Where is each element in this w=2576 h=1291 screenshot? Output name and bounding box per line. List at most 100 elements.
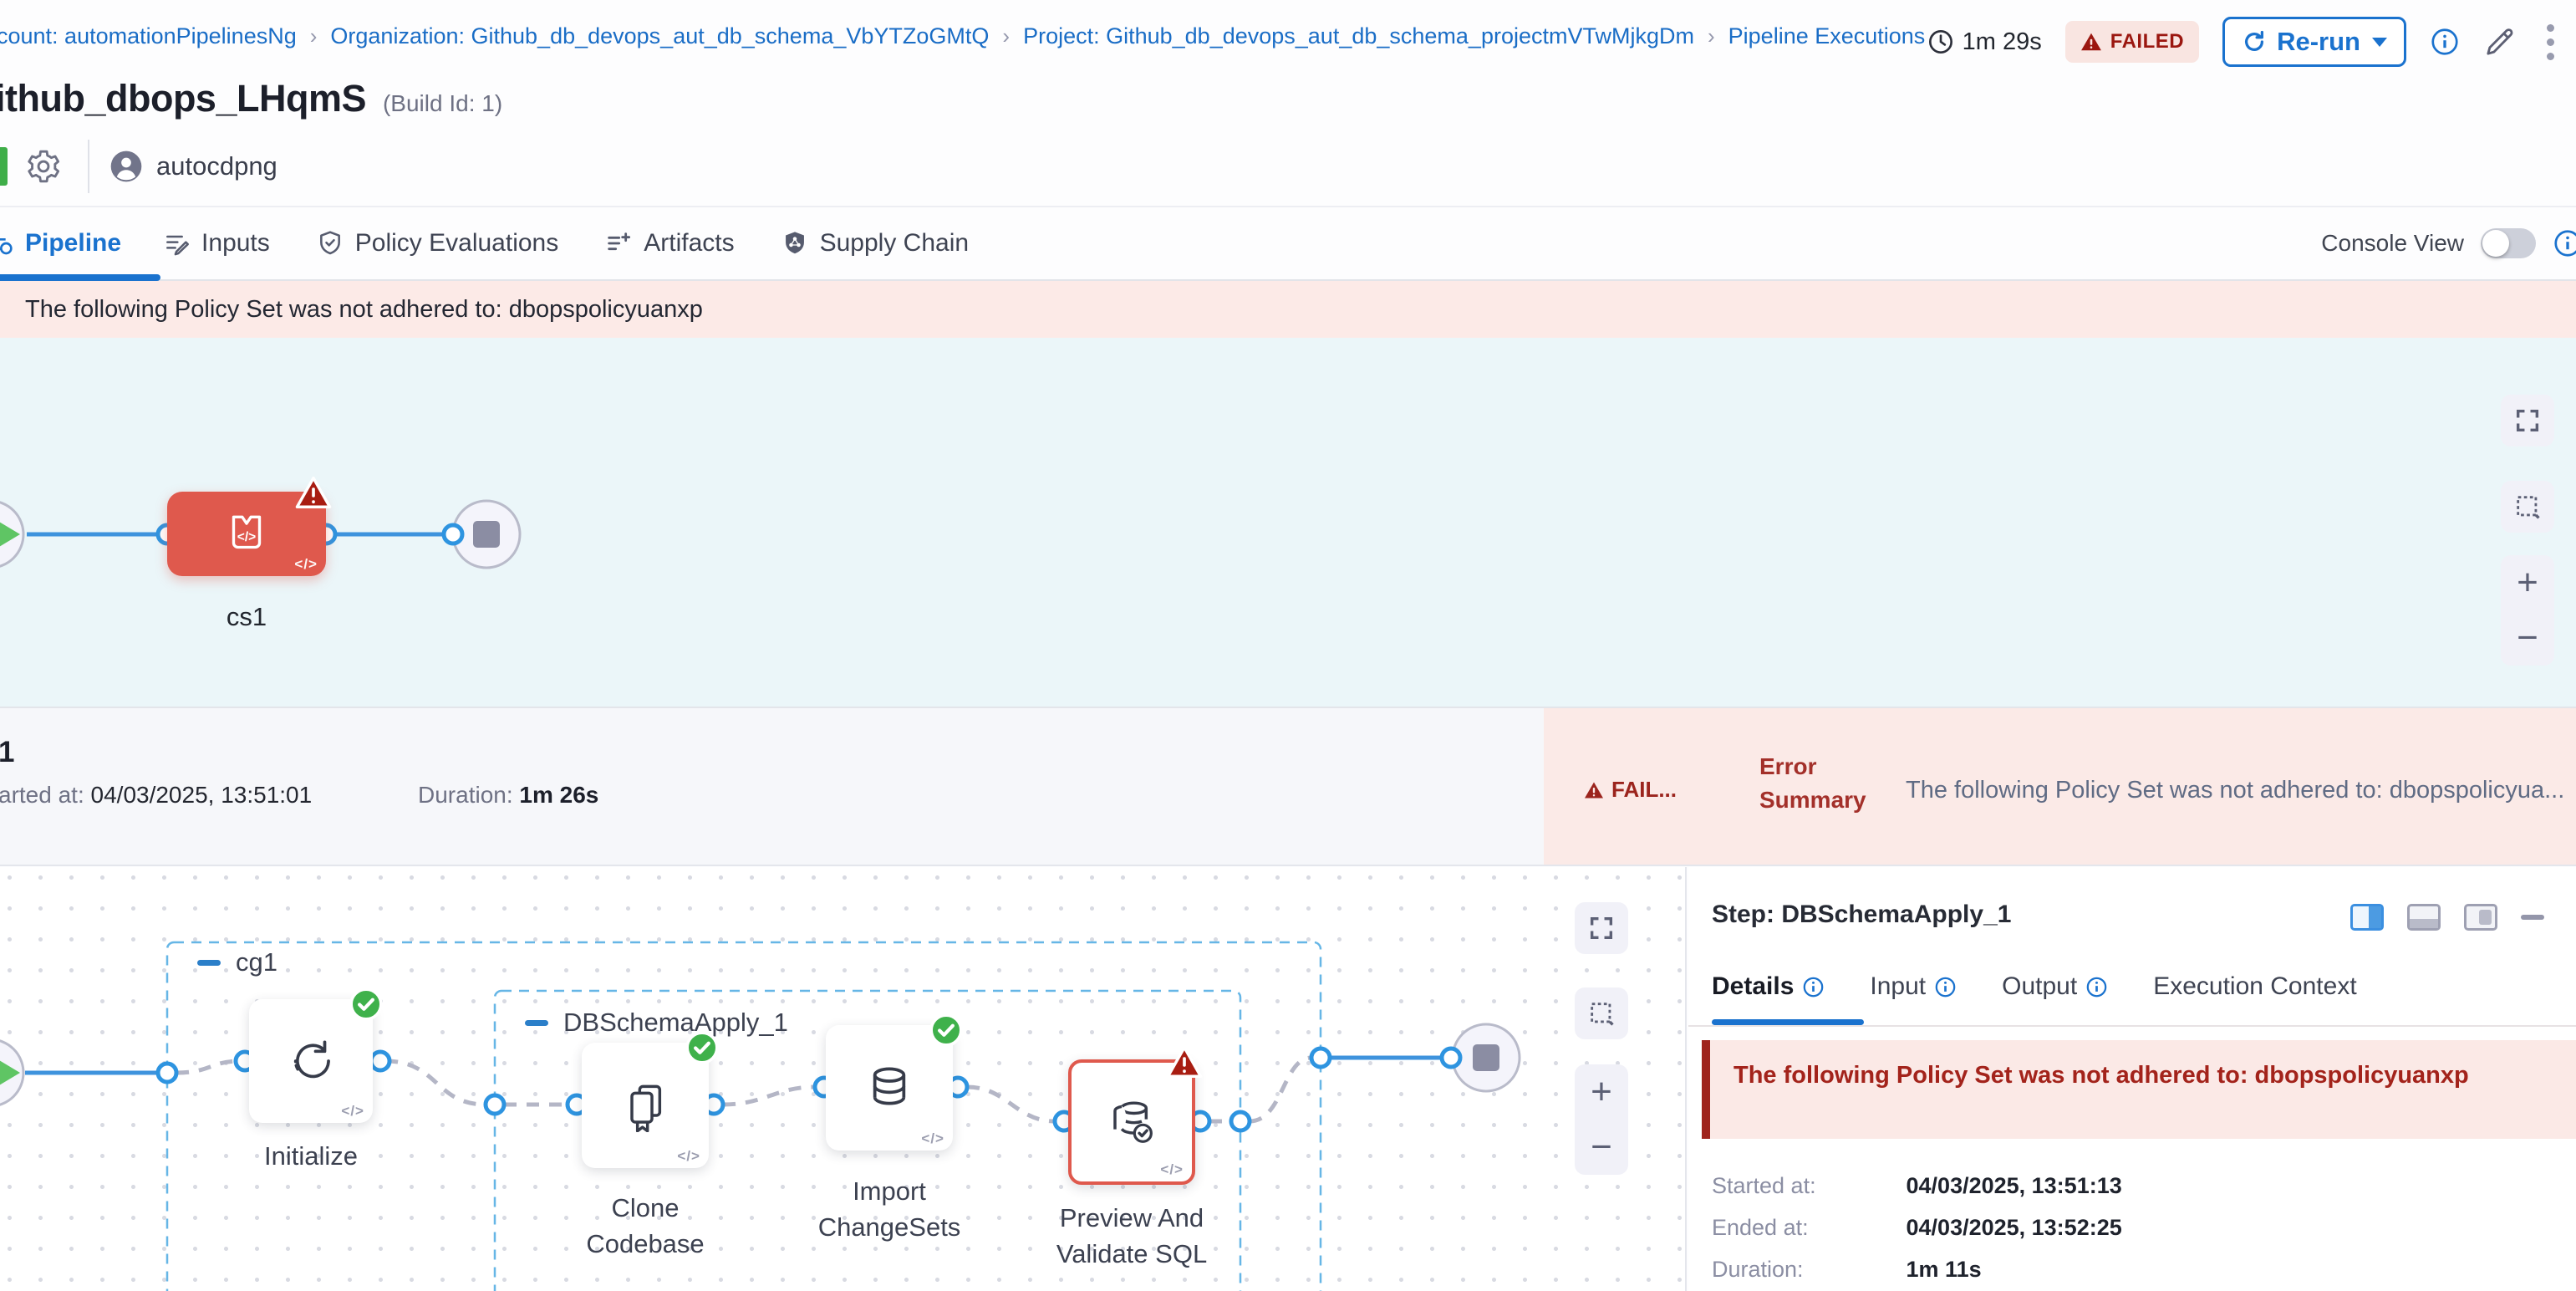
collapse-group-icon[interactable] bbox=[197, 960, 221, 966]
step-panel-title: Step: DBSchemaApply_1 bbox=[1712, 901, 2011, 929]
meta-row: autocdpng bbox=[0, 134, 277, 199]
list-plus-icon bbox=[605, 230, 632, 257]
fullscreen-icon bbox=[2513, 406, 2542, 435]
info-icon bbox=[1934, 976, 1957, 998]
warning-badge-icon bbox=[294, 475, 333, 510]
group-cg1-header: cg1 bbox=[197, 947, 277, 977]
refresh-icon bbox=[2242, 29, 2267, 54]
detail-row-started: Started at: 04/03/2025, 13:51:13 bbox=[1712, 1173, 2122, 1199]
stage-icon: </> bbox=[221, 508, 272, 560]
code-mark: </> bbox=[1160, 1161, 1184, 1178]
success-badge-icon bbox=[685, 1030, 720, 1065]
step-node-clone-codebase[interactable]: </> bbox=[582, 1043, 709, 1168]
execution-detail-area: cg1 DBSchemaApply_1 </> Initialize bbox=[0, 867, 2576, 1291]
layout-floating-icon[interactable] bbox=[2464, 904, 2497, 931]
collapse-group-icon[interactable] bbox=[525, 1020, 548, 1026]
database-icon bbox=[863, 1061, 916, 1115]
database-check-icon bbox=[1105, 1095, 1158, 1149]
tab-supply-chain[interactable]: Supply Chain bbox=[781, 207, 1016, 279]
tab-execution-context-label: Execution Context bbox=[2153, 972, 2356, 1001]
warning-triangle-icon bbox=[2080, 32, 2102, 52]
layout-split-right-icon[interactable] bbox=[2350, 904, 2384, 931]
success-badge-icon bbox=[349, 987, 384, 1022]
step-node-initialize[interactable]: </> bbox=[249, 999, 373, 1123]
stage-error-summary: FAIL... Error Summary The following Poli… bbox=[1544, 708, 2576, 865]
tab-execution-context[interactable]: Execution Context bbox=[2153, 972, 2356, 1001]
detail-row-ended: Ended at: 04/03/2025, 13:52:25 bbox=[1712, 1215, 2122, 1241]
divider bbox=[88, 140, 89, 193]
stage-node-cs1[interactable]: </> </> bbox=[167, 492, 326, 576]
pipeline-execution-screen: count: automationPipelinesNg › Organizat… bbox=[0, 0, 2576, 1291]
tab-input[interactable]: Input bbox=[1870, 972, 1957, 1001]
breadcrumb-pipeline-executions[interactable]: Pipeline Executions bbox=[1728, 23, 1926, 49]
info-icon[interactable] bbox=[2430, 27, 2460, 57]
started-at-value: 04/03/2025, 13:51:13 bbox=[1907, 1173, 2122, 1198]
tab-inputs-label: Inputs bbox=[201, 229, 270, 258]
tab-pipeline[interactable]: Pipeline bbox=[0, 207, 163, 279]
user-name: autocdpng bbox=[156, 151, 277, 181]
selection-mode-button[interactable] bbox=[2501, 481, 2554, 533]
edit-pencil-icon[interactable] bbox=[2483, 25, 2517, 59]
active-tab-underline bbox=[1712, 1019, 1864, 1025]
tab-details[interactable]: Details bbox=[1712, 972, 1825, 1001]
stage-graph-canvas[interactable]: </> </> cs1 + − bbox=[0, 338, 2576, 707]
duration-label: Duration: bbox=[1712, 1257, 1900, 1283]
code-mark: </> bbox=[921, 1130, 944, 1147]
fail-chip: FAIL... bbox=[1584, 777, 1677, 803]
step-label-preview-validate-sql: Preview AndValidate SQL bbox=[1026, 1200, 1237, 1272]
console-view-toggle[interactable] bbox=[2481, 228, 2536, 258]
console-view-label: Console View bbox=[2321, 230, 2464, 257]
more-options-menu-icon[interactable] bbox=[2540, 21, 2561, 64]
breadcrumb-separator-icon: › bbox=[1708, 23, 1715, 49]
fail-label: FAIL... bbox=[1611, 777, 1677, 803]
group-dbschemaapply-label: DBSchemaApply_1 bbox=[563, 1008, 788, 1038]
step-graph-canvas[interactable]: cg1 DBSchemaApply_1 </> Initialize bbox=[0, 867, 1687, 1291]
inputs-icon bbox=[163, 230, 190, 257]
layout-split-bottom-icon[interactable] bbox=[2407, 904, 2441, 931]
zoom-out-button[interactable]: − bbox=[2517, 620, 2538, 656]
zoom-in-button[interactable]: + bbox=[2517, 564, 2538, 601]
avatar-icon bbox=[109, 150, 143, 183]
svg-text:</>: </> bbox=[237, 529, 256, 543]
fullscreen-button[interactable] bbox=[2501, 395, 2554, 446]
tab-artifacts[interactable]: Artifacts bbox=[605, 207, 781, 279]
stage-name: 1 bbox=[0, 736, 14, 769]
shield-network-icon bbox=[781, 229, 808, 258]
success-badge-icon bbox=[929, 1013, 964, 1048]
triggered-by-user: autocdpng bbox=[109, 150, 277, 183]
policy-violation-banner: The following Policy Set was not adhered… bbox=[0, 281, 2576, 338]
breadcrumb-separator-icon: › bbox=[310, 23, 318, 49]
stage-node-label: cs1 bbox=[167, 602, 326, 632]
breadcrumb-account[interactable]: count: automationPipelinesNg bbox=[0, 23, 297, 49]
ended-at-label: Ended at: bbox=[1712, 1215, 1900, 1241]
status-indicator bbox=[0, 147, 8, 186]
tab-inputs[interactable]: Inputs bbox=[163, 207, 317, 279]
tab-policy-evaluations[interactable]: Policy Evaluations bbox=[317, 207, 605, 279]
status-text: FAILED bbox=[2110, 30, 2184, 54]
error-summary-message: The following Policy Set was not adhered… bbox=[1906, 777, 2576, 804]
sync-icon bbox=[283, 1033, 339, 1089]
warning-badge-icon bbox=[1165, 1044, 1204, 1079]
console-view-control: Console View bbox=[2321, 228, 2564, 258]
step-node-import-changesets[interactable]: </> bbox=[826, 1025, 953, 1151]
minimize-panel-icon[interactable] bbox=[2521, 915, 2544, 920]
duration-label: Duration: bbox=[418, 782, 513, 808]
warning-triangle-icon bbox=[1584, 781, 1604, 799]
breadcrumb-organization[interactable]: Organization: Github_db_devops_aut_db_sc… bbox=[330, 23, 989, 49]
code-mark: </> bbox=[294, 556, 318, 573]
ended-at-value: 04/03/2025, 13:52:25 bbox=[1907, 1215, 2122, 1240]
rerun-button[interactable]: Re-run bbox=[2222, 17, 2406, 67]
gear-icon[interactable] bbox=[24, 147, 63, 186]
active-tab-underline bbox=[0, 274, 160, 281]
error-summary-label: Error Summary bbox=[1759, 750, 1866, 817]
tab-output[interactable]: Output bbox=[2002, 972, 2108, 1001]
step-node-preview-validate-sql[interactable]: </> bbox=[1068, 1059, 1195, 1185]
shield-check-icon bbox=[317, 229, 344, 258]
breadcrumb-project[interactable]: Project: Github_db_devops_aut_db_schema_… bbox=[1023, 23, 1694, 49]
info-icon[interactable] bbox=[2553, 228, 2576, 258]
toggle-knob bbox=[2482, 230, 2509, 257]
top-bar: count: automationPipelinesNg › Organizat… bbox=[0, 0, 2576, 74]
step-detail-panel: Step: DBSchemaApply_1 Details Input Outp… bbox=[1688, 867, 2576, 1291]
tab-input-label: Input bbox=[1870, 972, 1926, 1001]
rerun-label: Re-run bbox=[2277, 27, 2360, 57]
